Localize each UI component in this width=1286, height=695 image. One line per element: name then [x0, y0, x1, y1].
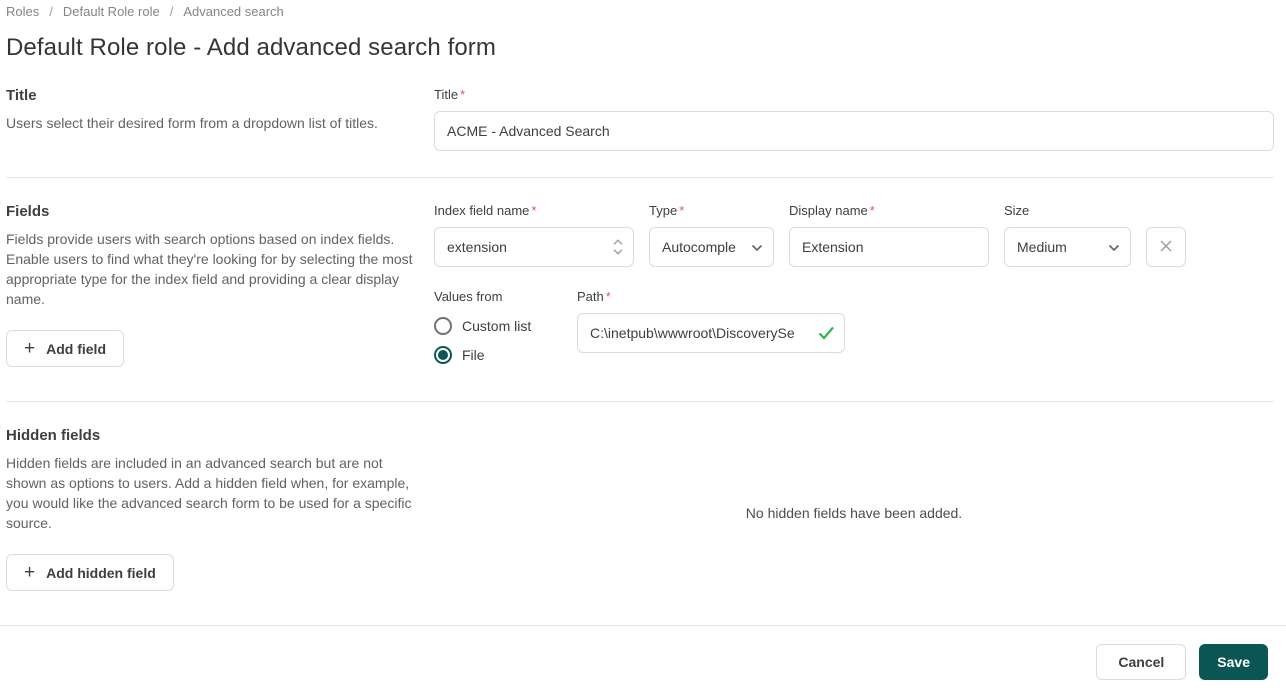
breadcrumb: Roles / Default Role role / Advanced sea…: [6, 3, 1274, 19]
title-input[interactable]: [434, 111, 1274, 151]
size-select-value: Medium: [1017, 239, 1067, 255]
radio-option-file[interactable]: File: [434, 346, 562, 364]
display-name-column: Display name*: [789, 203, 989, 267]
display-name-label: Display name*: [789, 203, 989, 218]
values-from-label: Values from: [434, 289, 562, 304]
size-label: Size: [1004, 203, 1131, 218]
hidden-fields-section: Hidden fields Hidden fields are included…: [6, 401, 1274, 625]
title-section-description: Users select their desired form from a d…: [6, 113, 420, 133]
close-icon: [1159, 239, 1173, 256]
hidden-fields-section-heading: Hidden fields: [6, 427, 420, 444]
page-title: Default Role role - Add advanced search …: [6, 34, 1274, 62]
page: Roles / Default Role role / Advanced sea…: [0, 0, 1286, 665]
path-input-wrap: [577, 313, 845, 353]
breadcrumb-item-roles[interactable]: Roles: [6, 4, 39, 19]
add-hidden-field-button[interactable]: + Add hidden field: [6, 554, 174, 591]
required-marker: *: [460, 87, 465, 102]
hidden-fields-section-description: Hidden fields are included in an advance…: [6, 453, 420, 533]
hidden-fields-empty-message: No hidden fields have been added.: [746, 505, 962, 521]
save-button[interactable]: Save: [1199, 644, 1268, 680]
title-section-form: Title*: [434, 87, 1274, 151]
title-field-label: Title*: [434, 87, 1274, 102]
breadcrumb-item-advanced-search[interactable]: Advanced search: [183, 4, 283, 19]
main-content: Roles / Default Role role / Advanced sea…: [0, 0, 1286, 625]
fields-section-info: Fields Fields provide users with search …: [6, 203, 420, 375]
field-row: Index field name* Type*: [434, 203, 1274, 267]
radio-icon-custom-list[interactable]: [434, 317, 452, 335]
breadcrumb-item-default-role[interactable]: Default Role role: [63, 4, 160, 19]
path-input[interactable]: [577, 313, 845, 353]
values-from-group: Values from Custom list File: [434, 289, 562, 375]
plus-icon: +: [24, 339, 35, 358]
index-field-column: Index field name*: [434, 203, 634, 267]
type-label: Type*: [649, 203, 774, 218]
cancel-button[interactable]: Cancel: [1096, 644, 1186, 680]
title-section-info: Title Users select their desired form fr…: [6, 87, 420, 151]
check-icon: [818, 326, 835, 340]
fields-section-form: Index field name* Type*: [434, 203, 1274, 375]
size-select[interactable]: Medium: [1004, 227, 1131, 267]
plus-icon: +: [24, 563, 35, 582]
required-marker: *: [679, 203, 684, 218]
footer-action-bar: Cancel Save: [0, 625, 1286, 695]
required-marker: *: [870, 203, 875, 218]
radio-label-file: File: [462, 347, 485, 363]
fields-section: Fields Fields provide users with search …: [6, 177, 1274, 401]
radio-icon-file-selected[interactable]: [434, 346, 452, 364]
hidden-fields-section-info: Hidden fields Hidden fields are included…: [6, 427, 420, 599]
hidden-fields-empty-area: No hidden fields have been added.: [434, 427, 1274, 599]
remove-field-button[interactable]: [1146, 227, 1186, 267]
unfold-icon[interactable]: [612, 237, 624, 257]
radio-option-custom-list[interactable]: Custom list: [434, 317, 562, 335]
required-marker: *: [606, 289, 611, 304]
index-field-combobox: [434, 227, 634, 267]
type-select[interactable]: Autocomple: [649, 227, 774, 267]
add-field-button[interactable]: + Add field: [6, 330, 124, 367]
breadcrumb-separator: /: [170, 4, 174, 19]
fields-section-heading: Fields: [6, 203, 420, 220]
title-section-heading: Title: [6, 87, 420, 104]
fields-section-description: Fields provide users with search options…: [6, 229, 420, 309]
title-section: Title Users select their desired form fr…: [6, 62, 1274, 177]
path-label: Path*: [577, 289, 845, 304]
breadcrumb-separator: /: [49, 4, 53, 19]
path-column: Path*: [577, 289, 845, 375]
type-select-value: Autocomple: [662, 239, 736, 255]
index-field-input[interactable]: [434, 227, 634, 267]
size-column: Size Medium: [1004, 203, 1131, 267]
required-marker: *: [531, 203, 536, 218]
chevron-down-icon: [751, 239, 763, 255]
type-column: Type* Autocomple: [649, 203, 774, 267]
chevron-down-icon: [1108, 239, 1120, 255]
display-name-input[interactable]: [789, 227, 989, 267]
index-field-label: Index field name*: [434, 203, 634, 218]
radio-label-custom-list: Custom list: [462, 318, 531, 334]
values-from-row: Values from Custom list File Path*: [434, 289, 1274, 375]
